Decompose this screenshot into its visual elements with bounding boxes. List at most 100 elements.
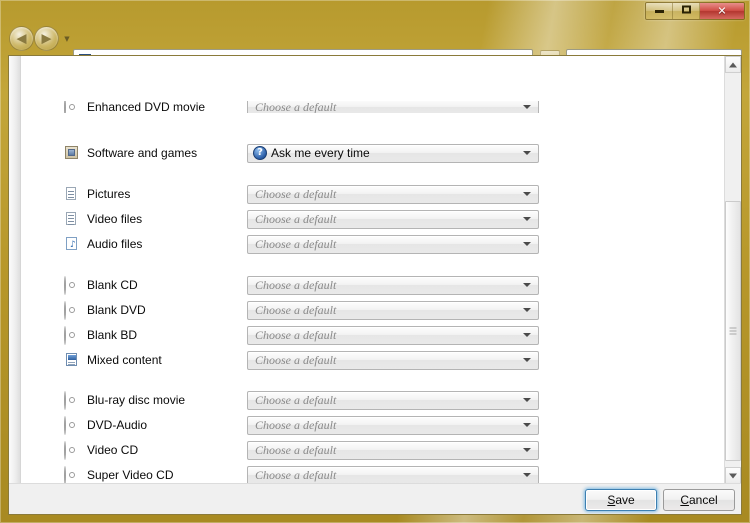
- back-button[interactable]: ◀: [9, 26, 34, 51]
- autoplay-row-label: Mixed content: [22, 352, 247, 368]
- autoplay-row-text: Software and games: [87, 146, 198, 160]
- autoplay-row-text: Blank DVD: [87, 303, 146, 317]
- window-controls: ✕: [645, 2, 745, 20]
- minimize-icon: [646, 6, 672, 16]
- minimize-button[interactable]: [646, 3, 673, 19]
- dropdown-value: Choose a default: [255, 186, 337, 201]
- disc-video-icon: [64, 441, 66, 460]
- disc-audio-icon: [64, 416, 66, 435]
- dropdown-value: Choose a default: [255, 392, 337, 407]
- mixed-content-icon: [66, 353, 77, 366]
- autoplay-default-dropdown[interactable]: Choose a default: [247, 101, 539, 113]
- autoplay-row: ♪ Audio files Choose a default: [22, 233, 539, 255]
- video-file-icon: [66, 212, 76, 225]
- navigation-bar: ◀ ▶ ▼ ▶ Control Panel ▶ All Control Pane…: [0, 22, 750, 71]
- ask-every-time-icon: ?: [253, 146, 267, 160]
- cancel-button-label: Cancel: [680, 493, 718, 507]
- chevron-down-icon: [523, 448, 531, 452]
- dropdown-value: Choose a default: [255, 352, 337, 367]
- chevron-down-icon: [523, 308, 531, 312]
- autoplay-row-label: Software and games: [22, 145, 247, 161]
- chevron-down-icon: [523, 333, 531, 337]
- close-icon: ✕: [717, 4, 727, 18]
- autoplay-default-dropdown[interactable]: Choose a default: [247, 390, 539, 410]
- autoplay-row-text: Video CD: [87, 443, 139, 457]
- autoplay-default-dropdown[interactable]: Choose a default: [247, 184, 539, 204]
- disc-video-icon: [64, 466, 66, 484]
- scroll-down-button[interactable]: [725, 467, 741, 484]
- disc-video-icon: [64, 391, 66, 410]
- scroll-up-button[interactable]: [725, 56, 741, 73]
- save-button[interactable]: Save: [585, 489, 657, 511]
- dropdown-value: Choose a default: [255, 327, 337, 342]
- scrollbar-thumb[interactable]: [725, 201, 741, 461]
- forward-button[interactable]: ▶: [34, 26, 59, 51]
- forward-arrow-icon: ▶: [41, 31, 52, 46]
- disc-icon: [64, 326, 66, 345]
- autoplay-default-dropdown[interactable]: Choose a default: [247, 234, 539, 254]
- autoplay-row-label: DVD-Audio: [22, 416, 247, 435]
- autoplay-row-text: Enhanced DVD movie: [87, 101, 206, 113]
- autoplay-row-text: Blank BD: [87, 328, 138, 342]
- chevron-down-icon: [523, 192, 531, 196]
- autoplay-row: Blu-ray disc movie Choose a default: [22, 389, 539, 411]
- chevron-down-icon: [523, 105, 531, 109]
- software-games-icon: [65, 146, 78, 159]
- left-panel-strip: [9, 56, 21, 484]
- dropdown-value: Ask me every time: [271, 146, 370, 160]
- vertical-scrollbar[interactable]: [724, 56, 741, 484]
- close-button[interactable]: ✕: [700, 3, 744, 19]
- autoplay-row-text: Blu-ray disc movie: [87, 393, 186, 407]
- dropdown-value: Choose a default: [255, 277, 337, 292]
- autoplay-default-dropdown[interactable]: Choose a default: [247, 209, 539, 229]
- autoplay-default-dropdown[interactable]: Choose a default: [247, 325, 539, 345]
- dropdown-value: Choose a default: [255, 467, 337, 482]
- dropdown-value: Choose a default: [255, 211, 337, 226]
- chevron-down-icon: [523, 423, 531, 427]
- autoplay-default-dropdown[interactable]: Choose a default: [247, 415, 539, 435]
- autoplay-row-label: Pictures: [22, 186, 247, 202]
- autoplay-row-label: ♪ Audio files: [22, 236, 247, 252]
- autoplay-row-label: Blank CD: [22, 276, 247, 295]
- autoplay-row-text: Mixed content: [87, 353, 162, 367]
- chevron-down-icon: [523, 242, 531, 246]
- chevron-down-icon: [523, 398, 531, 402]
- client-area: Enhanced DVD movie Choose a default Softwa…: [8, 55, 742, 515]
- autoplay-default-dropdown[interactable]: ? Ask me every time: [247, 143, 539, 163]
- autoplay-row: Video CD Choose a default: [22, 439, 539, 461]
- dropdown-value: Choose a default: [255, 236, 337, 251]
- save-button-label: Save: [607, 493, 635, 507]
- autoplay-settings-list: Enhanced DVD movie Choose a default Softwa…: [22, 56, 730, 484]
- chevron-down-icon: [523, 358, 531, 362]
- autoplay-default-dropdown[interactable]: Choose a default: [247, 300, 539, 320]
- chevron-down-icon: [523, 151, 531, 155]
- autoplay-row: Blank BD Choose a default: [22, 324, 539, 346]
- autoplay-window: ✕ ◀ ▶ ▼ ▶ Control Panel ▶ All Control Pa…: [0, 0, 750, 523]
- title-bar: ✕: [0, 0, 750, 22]
- autoplay-row: Video files Choose a default: [22, 208, 539, 230]
- autoplay-row: Blank CD Choose a default: [22, 274, 539, 296]
- autoplay-default-dropdown[interactable]: Choose a default: [247, 440, 539, 460]
- dropdown-value: Choose a default: [255, 101, 337, 113]
- disc-icon: [64, 301, 66, 320]
- dropdown-value: Choose a default: [255, 417, 337, 432]
- autoplay-default-dropdown[interactable]: Choose a default: [247, 465, 539, 484]
- autoplay-row-label: Enhanced DVD movie: [22, 101, 247, 113]
- autoplay-row-label: Blank BD: [22, 326, 247, 345]
- autoplay-row: Enhanced DVD movie Choose a default: [22, 101, 539, 113]
- history-dropdown-button[interactable]: ▼: [62, 35, 72, 43]
- autoplay-row: Blank DVD Choose a default: [22, 299, 539, 321]
- back-arrow-icon: ◀: [16, 31, 27, 46]
- scroll-down-icon: [729, 473, 737, 478]
- cancel-button[interactable]: Cancel: [663, 489, 735, 511]
- autoplay-row: Software and games? Ask me every time: [22, 142, 539, 164]
- autoplay-row-label: Blank DVD: [22, 301, 247, 320]
- autoplay-default-dropdown[interactable]: Choose a default: [247, 275, 539, 295]
- chevron-down-icon: [523, 283, 531, 287]
- maximize-button[interactable]: [673, 3, 700, 19]
- maximize-icon: [673, 5, 699, 17]
- audio-file-icon: ♪: [66, 237, 77, 250]
- autoplay-row-text: Pictures: [87, 187, 131, 201]
- autoplay-row-label: Blu-ray disc movie: [22, 391, 247, 410]
- autoplay-default-dropdown[interactable]: Choose a default: [247, 350, 539, 370]
